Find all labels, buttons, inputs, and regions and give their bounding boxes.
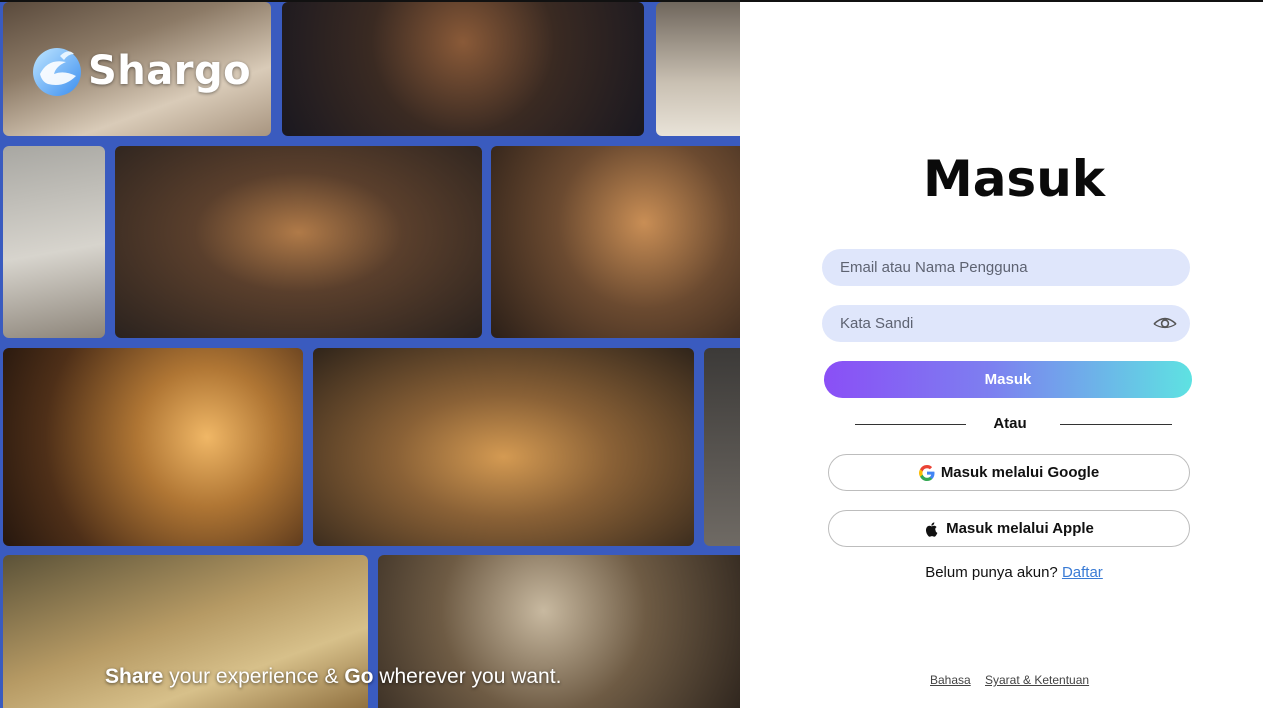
signup-link[interactable]: Daftar bbox=[1062, 564, 1103, 581]
apple-icon bbox=[926, 521, 938, 537]
signup-prompt: Belum punya akun? bbox=[925, 564, 1062, 581]
photo-lamp bbox=[3, 348, 303, 546]
divider-right bbox=[1060, 424, 1172, 425]
divider-text: Atau bbox=[993, 415, 1027, 432]
google-login-label: Masuk melalui Google bbox=[940, 464, 1100, 481]
tagline-middle: your experience & bbox=[163, 665, 345, 688]
google-login-button[interactable]: Masuk melalui Google bbox=[828, 454, 1190, 491]
tagline-end: wherever you want. bbox=[373, 665, 562, 688]
shargo-logo-icon bbox=[33, 48, 81, 96]
language-link[interactable]: Bahasa bbox=[930, 673, 971, 687]
hero-collage: Shargo Share your experience & Go wherev… bbox=[0, 2, 740, 708]
login-button[interactable]: Masuk bbox=[824, 361, 1192, 398]
photo-bedroom-5 bbox=[115, 146, 482, 338]
photo-bedroom-2 bbox=[282, 2, 644, 136]
tagline-share: Share bbox=[105, 665, 164, 688]
brand-logo: Shargo bbox=[30, 44, 251, 98]
photo-curtain bbox=[704, 348, 740, 546]
photo-bedroom-4 bbox=[3, 146, 105, 338]
brand-name: Shargo bbox=[88, 48, 252, 94]
photo-living-room bbox=[313, 348, 694, 546]
page-title: Masuk bbox=[922, 150, 1106, 208]
hero-tagline: Share your experience & Go wherever you … bbox=[105, 665, 561, 689]
google-icon bbox=[918, 464, 935, 481]
photo-bedroom-6 bbox=[491, 146, 740, 338]
terms-link[interactable]: Syarat & Ketentuan bbox=[985, 673, 1089, 687]
eye-icon[interactable] bbox=[1152, 313, 1178, 333]
photo-bedroom-3 bbox=[656, 2, 740, 136]
apple-login-label: Masuk melalui Apple bbox=[946, 520, 1094, 537]
email-input[interactable] bbox=[822, 249, 1190, 286]
tagline-go: Go bbox=[344, 665, 374, 688]
apple-login-button[interactable]: Masuk melalui Apple bbox=[828, 510, 1190, 547]
divider-left bbox=[855, 424, 966, 425]
signup-row: Belum punya akun? Daftar bbox=[823, 564, 1205, 581]
password-input[interactable] bbox=[822, 305, 1190, 342]
